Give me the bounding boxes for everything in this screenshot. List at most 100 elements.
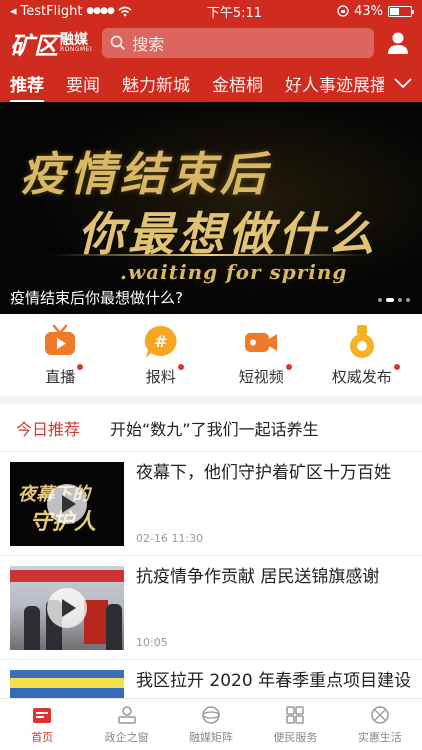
thumb-flag [84, 600, 108, 644]
svg-text:#: # [154, 332, 167, 351]
logo-sub: RONGMEI [60, 46, 93, 53]
header: 矿区 融媒 RONGMEI 搜索 [0, 22, 422, 64]
logo-text: 融媒 RONGMEI [60, 33, 92, 53]
battery-icon [387, 5, 414, 17]
badge-dot [177, 363, 184, 370]
logo-name: 融媒 [60, 32, 88, 48]
top-bar: ◂ TestFlight ●●●● 下午5:11 43% 矿区 融媒 RONGM… [0, 0, 422, 103]
orientation-lock-icon [337, 5, 349, 17]
battery-percent: 43% [354, 3, 383, 19]
banner-caption: 疫情结束后你最想做什么? [10, 289, 183, 307]
status-left: ◂ TestFlight ●●●● [10, 4, 132, 19]
quick-entry-label: 报料 [145, 363, 184, 387]
search-input[interactable]: 搜索 [102, 28, 374, 58]
quick-entry-label: 短视频 [238, 363, 292, 387]
play-icon[interactable] [47, 588, 87, 628]
news-item[interactable]: 夜幕下的 守护人 夜幕下，他们守护着矿区十万百姓 02-16 11:30 [0, 452, 422, 556]
carrier-label: TestFlight [20, 3, 83, 19]
carousel-dot[interactable] [406, 298, 410, 302]
search-placeholder: 搜索 [132, 35, 165, 54]
status-right: 43% [337, 3, 414, 19]
nav-life[interactable]: 实惠生活 [340, 704, 420, 745]
nav-services[interactable]: 便民服务 [255, 704, 335, 745]
nav-label: 实惠生活 [357, 731, 402, 744]
globe-icon [202, 706, 220, 724]
tv-icon [45, 324, 76, 355]
carousel-dot[interactable] [398, 298, 402, 302]
user-icon[interactable] [384, 29, 412, 57]
status-bar: ◂ TestFlight ●●●● 下午5:11 43% [0, 0, 422, 22]
banner-carousel[interactable]: 疫情结束后 你最想做什么 .waiting for spring 疫情结束后你最… [0, 102, 422, 314]
search-icon [110, 35, 126, 51]
news-time: 10:05 [136, 636, 168, 649]
nav-label: 便民服务 [273, 731, 318, 744]
carousel-dot[interactable] [386, 298, 394, 302]
status-time: 下午5:11 [206, 5, 263, 21]
badge-dot [393, 363, 400, 370]
nav-home[interactable]: 首页 [2, 704, 82, 745]
grid-icon [286, 706, 305, 724]
news-thumbnail [10, 566, 124, 650]
quick-entry-short-video[interactable]: 短视频 [221, 324, 301, 387]
tab-recommend[interactable]: 推荐 [10, 71, 44, 103]
thumb-banner [10, 570, 124, 582]
quick-entry-report[interactable]: # 报料 [121, 324, 201, 387]
quick-entry-official[interactable]: 权威发布 [322, 324, 402, 387]
news-time: 02-16 11:30 [136, 532, 204, 545]
banner-line-3: .waiting for spring [120, 260, 348, 284]
tab-charm-city[interactable]: 魅力新城 [122, 71, 190, 96]
chevron-down-icon [394, 78, 412, 89]
banner-line-1: 疫情结束后 [20, 147, 270, 201]
news-title: 我区拉开 2020 年春季重点项目建设 [136, 671, 412, 691]
badge-dot [77, 363, 84, 370]
news-title: 夜幕下，他们守护着矿区十万百姓 [136, 463, 391, 483]
news-body: 夜幕下，他们守护着矿区十万百姓 02-16 11:30 [136, 462, 412, 545]
quick-entry-label: 直播 [45, 363, 84, 387]
news-body: 抗疫情争作贡献 居民送锦旗感谢 10:05 [136, 566, 412, 649]
government-icon [117, 706, 136, 724]
carousel-dot[interactable] [378, 298, 382, 302]
quick-entry-short-video-text: 短视频 [238, 367, 284, 386]
logo-mark: 矿区 [10, 30, 58, 60]
today-headline: 开始“数九”了我们一起话养生 [110, 419, 319, 439]
video-camera-icon [245, 332, 278, 352]
news-thumbnail: 夜幕下的 守护人 [10, 462, 124, 546]
shop-icon [371, 706, 389, 724]
medal-icon [349, 324, 374, 358]
bottom-nav: 首页 政企之窗 融媒矩阵 便民服务 实惠生活 [0, 698, 422, 750]
channel-tabs: 推荐 要闻 魅力新城 金梧桐 好人事迹展播 [0, 64, 422, 103]
tab-good-people[interactable]: 好人事迹展播 [285, 71, 387, 96]
home-icon [33, 708, 52, 723]
quick-entry-live[interactable]: 直播 [20, 324, 100, 387]
app-screen: ◂ TestFlight ●●●● 下午5:11 43% 矿区 融媒 RONGM… [0, 0, 422, 750]
nav-media-matrix[interactable]: 融媒矩阵 [171, 704, 251, 745]
news-item[interactable]: 抗疫情争作贡献 居民送锦旗感谢 10:05 [0, 556, 422, 660]
thumb-strip [10, 678, 124, 688]
thumb-person [24, 606, 40, 650]
today-tag: 今日推荐 [16, 419, 81, 439]
nav-label: 融媒矩阵 [188, 731, 233, 744]
quick-entry-official-text: 权威发布 [331, 367, 392, 386]
tab-golden-parasol[interactable]: 金梧桐 [212, 71, 263, 96]
wifi-icon [118, 6, 132, 16]
news-title: 抗疫情争作贡献 居民送锦旗感谢 [136, 567, 380, 587]
quick-entry-label: 权威发布 [331, 363, 400, 387]
nav-government[interactable]: 政企之窗 [87, 704, 167, 745]
nav-label: 政企之窗 [104, 731, 149, 744]
banner-divider [50, 254, 372, 256]
nav-label: 首页 [31, 731, 54, 744]
logo: 矿区 融媒 RONGMEI [10, 26, 92, 61]
play-icon[interactable] [47, 484, 87, 524]
battery-fill [389, 7, 399, 15]
hash-icon: # [144, 325, 177, 358]
badge-dot [285, 363, 292, 370]
tab-news[interactable]: 要闻 [66, 71, 100, 96]
today-recommend[interactable]: 今日推荐 开始“数九”了我们一起话养生 [0, 404, 422, 452]
back-arrow-icon[interactable]: ◂ [10, 4, 17, 19]
section-separator [0, 396, 422, 404]
thumb-person [106, 604, 122, 650]
quick-entry-live-text: 直播 [45, 367, 76, 386]
quick-entry-report-text: 报料 [145, 367, 176, 386]
carousel-dots [378, 298, 410, 302]
tabs-more-button[interactable] [384, 64, 422, 102]
